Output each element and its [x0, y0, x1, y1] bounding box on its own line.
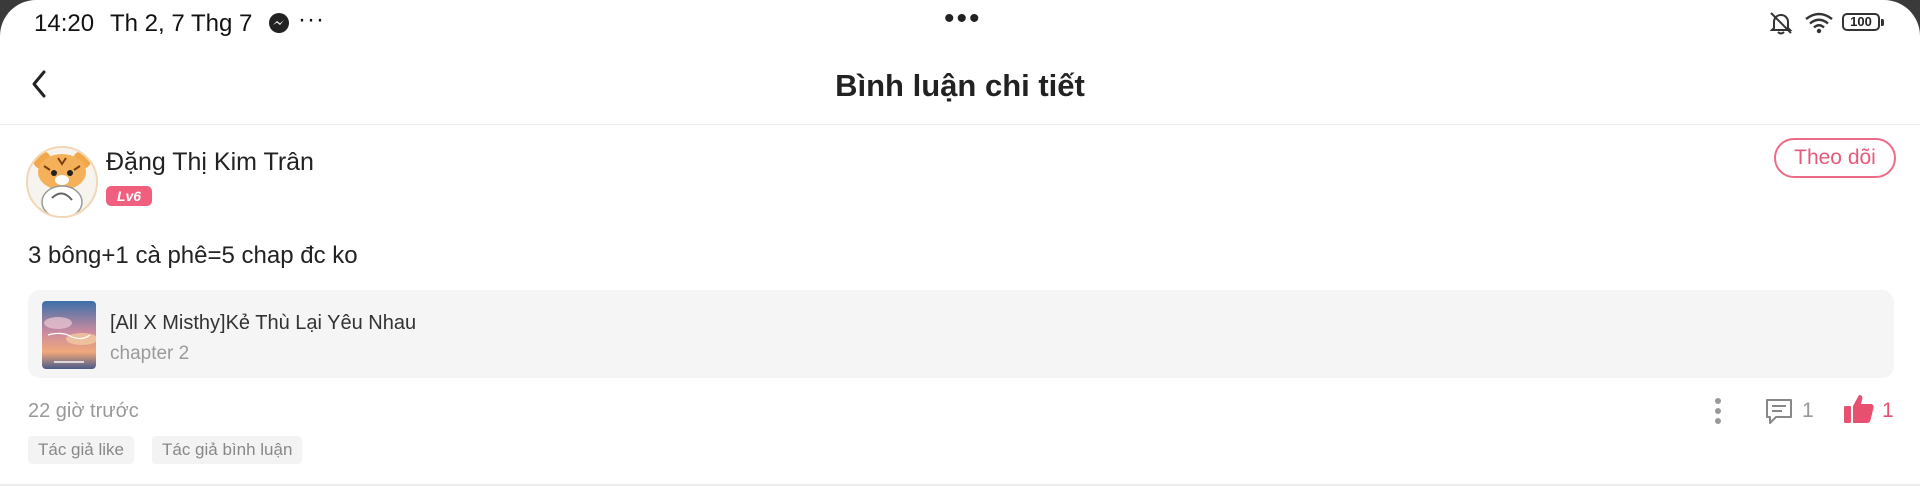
- comment-icon: [1766, 399, 1792, 424]
- thumbs-up-icon: [1844, 395, 1874, 423]
- follow-button[interactable]: Theo dõi: [1774, 138, 1896, 178]
- reply-count: 1: [1802, 399, 1814, 422]
- battery-icon: 100: [1842, 13, 1884, 31]
- screen: 14:20 Th 2, 7 Thg 7 ··· ••• 100 Bình luậ…: [0, 0, 1920, 486]
- messenger-icon: [269, 13, 289, 33]
- tag-author-replied: Tác giả bình luận: [152, 436, 303, 464]
- app-header: Bình luận chi tiết: [0, 46, 1920, 125]
- avatar[interactable]: [26, 146, 98, 218]
- like-count: 1: [1882, 399, 1894, 422]
- level-badge: Lv6: [106, 186, 152, 206]
- story-title: [All X Misthy]Kẻ Thù Lại Yêu Nhau: [110, 312, 417, 334]
- status-time: 14:20: [34, 10, 95, 37]
- comment-time: 22 giờ trước: [28, 400, 139, 422]
- status-center-dots: •••: [944, 2, 982, 35]
- tag-author-liked: Tác giả like: [28, 436, 134, 464]
- page-title: Bình luận chi tiết: [835, 68, 1085, 103]
- story-chapter: chapter 2: [110, 343, 190, 364]
- wifi-icon: [1805, 12, 1833, 34]
- story-cover-image: [42, 301, 96, 369]
- status-bar: 14:20 Th 2, 7 Thg 7 ··· ••• 100: [0, 0, 1920, 46]
- tiger-avatar-icon: [28, 148, 96, 216]
- status-more-indicator: ···: [298, 6, 325, 33]
- more-options-icon[interactable]: [1704, 394, 1732, 428]
- bell-off-icon: [1769, 12, 1793, 35]
- author-name[interactable]: Đặng Thị Kim Trân: [106, 148, 314, 177]
- comment-text: 3 bông+1 cà phê=5 chap đc ko: [28, 242, 358, 269]
- status-date: Th 2, 7 Thg 7: [110, 10, 253, 37]
- story-card[interactable]: [All X Misthy]Kẻ Thù Lại Yêu Nhau chapte…: [28, 290, 1894, 378]
